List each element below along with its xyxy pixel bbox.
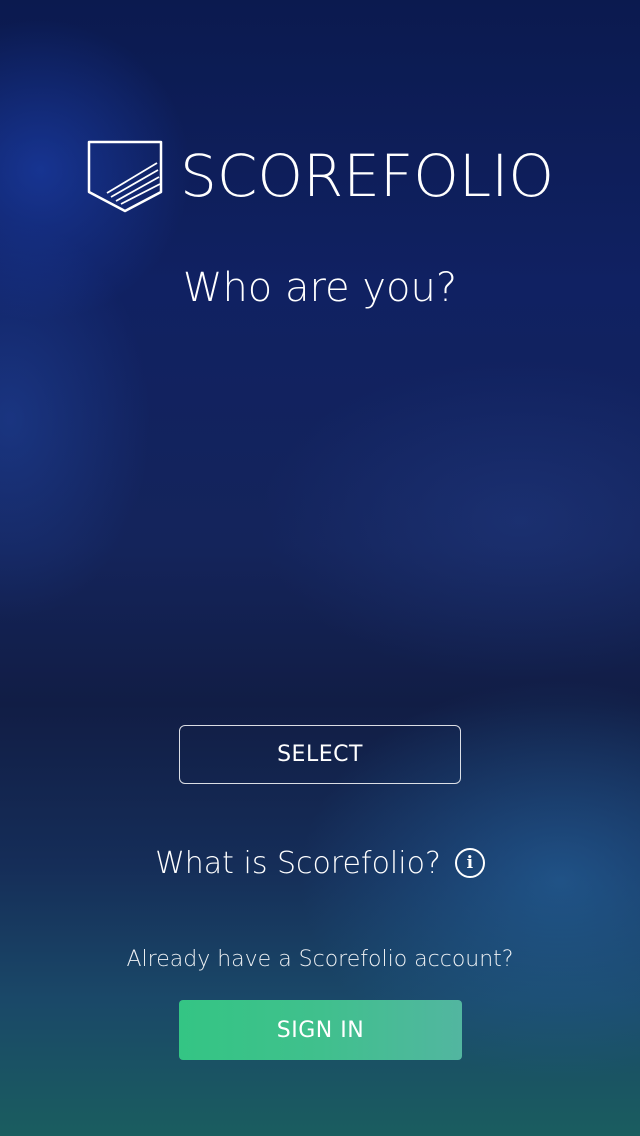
shield-icon bbox=[87, 140, 163, 213]
what-is-label: What is Scorefolio? bbox=[155, 845, 441, 881]
page-title: Who are you? bbox=[182, 265, 458, 311]
sign-in-button[interactable]: SIGN IN bbox=[179, 1000, 462, 1060]
select-button[interactable]: SELECT bbox=[179, 725, 461, 784]
account-prompt: Already have a Scorefolio account? bbox=[126, 947, 514, 972]
info-icon[interactable]: i bbox=[454, 848, 485, 878]
app-logo: SCOREFOLIO bbox=[86, 138, 554, 214]
what-is-link[interactable]: What is Scorefolio? i bbox=[0, 838, 640, 888]
logo-wordmark: SCOREFOLIO bbox=[180, 142, 554, 210]
